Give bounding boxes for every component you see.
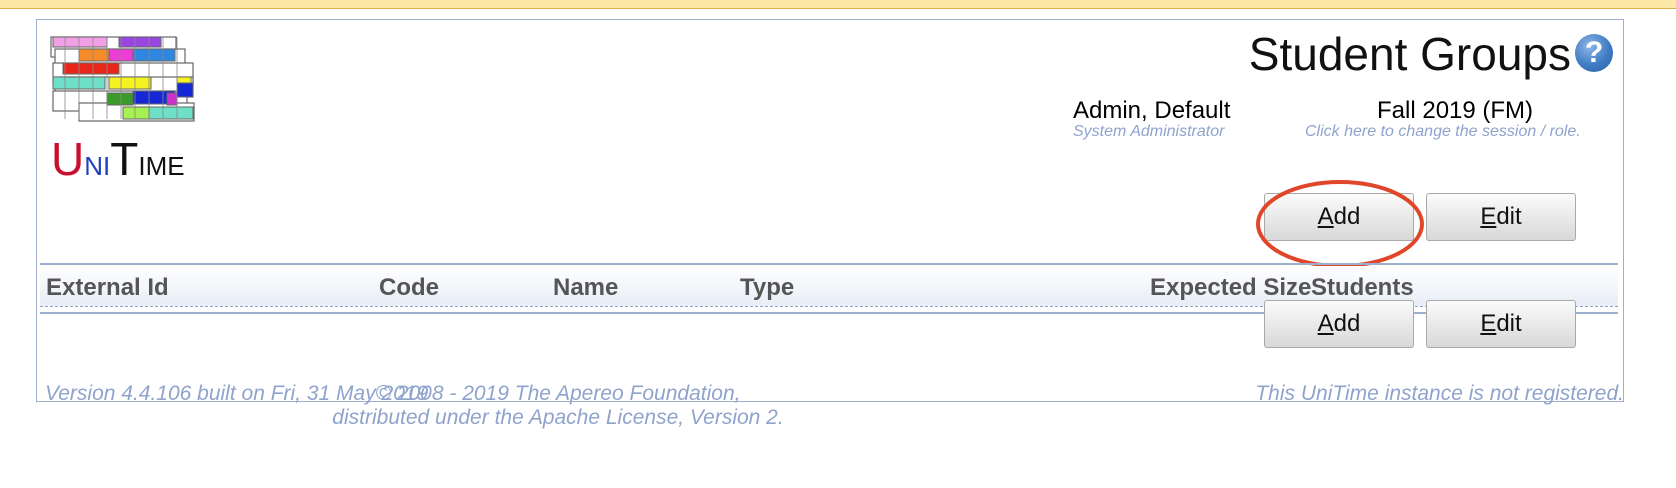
session-name[interactable]: Fall 2019 (FM) xyxy=(1377,97,1533,125)
footer-copyright-line2: distributed under the Apache License, Ve… xyxy=(332,406,784,429)
add-button-label: dd xyxy=(1333,310,1361,337)
edit-button-mnemonic: E xyxy=(1480,203,1497,230)
footer-registration: This UniTime instance is not registered. xyxy=(1255,382,1624,405)
add-button-mnemonic: A xyxy=(1317,310,1334,337)
add-button-bottom[interactable]: Add xyxy=(1264,300,1414,348)
logo-letter-u: U xyxy=(51,133,84,185)
edit-button-mnemonic: E xyxy=(1480,310,1497,337)
add-button-mnemonic: A xyxy=(1317,203,1334,230)
logo-letters-ni: NI xyxy=(84,151,110,181)
add-button-label: dd xyxy=(1333,203,1361,230)
footer-copyright: © 2008 - 2019 The Apereo Foundation, dis… xyxy=(0,382,1116,430)
help-icon[interactable]: ? xyxy=(1575,34,1613,72)
user-name[interactable]: Admin, Default xyxy=(1073,97,1230,125)
user-role: System Administrator xyxy=(1073,123,1225,140)
unitime-logo: UNITIME xyxy=(50,36,195,185)
add-button-top[interactable]: Add xyxy=(1264,193,1414,241)
edit-button-top[interactable]: Edit xyxy=(1426,193,1576,241)
logo-letter-t: T xyxy=(110,133,138,185)
footer-copyright-line1: © 2008 - 2019 The Apereo Foundation, xyxy=(375,382,741,405)
page-title: Student Groups xyxy=(1248,28,1571,80)
edit-button-bottom[interactable]: Edit xyxy=(1426,300,1576,348)
logo-wordmark: UNITIME xyxy=(51,133,185,185)
logo-timetable-grid-icon xyxy=(50,36,195,122)
logo-letters-ime: IME xyxy=(138,151,184,181)
top-notification-bar xyxy=(0,0,1676,9)
edit-button-label: dit xyxy=(1496,203,1522,230)
change-session-link[interactable]: Click here to change the session / role. xyxy=(1305,123,1581,141)
edit-button-label: dit xyxy=(1496,310,1522,337)
